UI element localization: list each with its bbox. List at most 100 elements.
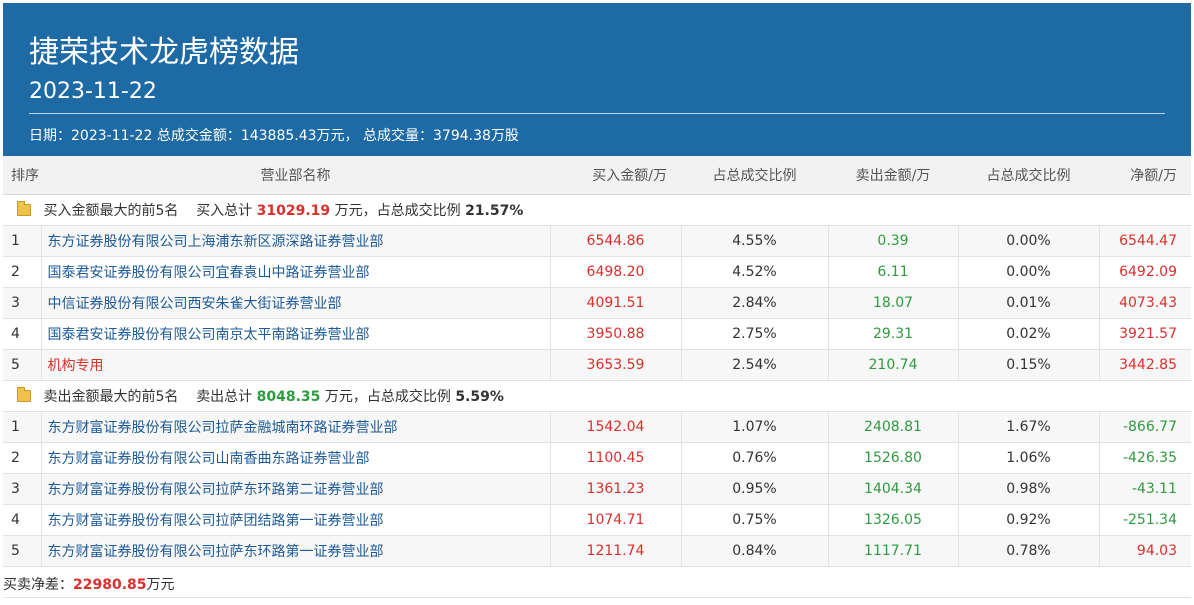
- table-row[interactable]: 5 机构专用 3653.59 2.54% 210.74 0.15% 3442.8…: [3, 349, 1191, 381]
- sell-amount: 29.31: [828, 318, 959, 350]
- buy-ratio: 2.84%: [681, 287, 829, 319]
- branch-link[interactable]: 东方财富证券股份有限公司山南香曲东路证券营业部: [41, 442, 551, 474]
- row-rank: 1: [3, 411, 42, 443]
- buy-amount: 1211.74: [550, 535, 682, 567]
- net-amount: 94.03: [1099, 535, 1191, 567]
- branch-link[interactable]: 国泰君安证券股份有限公司南京太平南路证券营业部: [41, 318, 551, 350]
- net-amount: -43.11: [1099, 473, 1191, 505]
- buy-amount: 1074.71: [550, 504, 682, 536]
- summary-volume: 3794.38万股: [433, 128, 519, 144]
- buy-total-value: 31029.19: [256, 203, 331, 219]
- row-rank: 5: [3, 535, 42, 567]
- col-branch-name[interactable]: 营业部名称: [41, 156, 550, 195]
- net-amount: 6544.47: [1099, 225, 1191, 257]
- net-amount: 3921.57: [1099, 318, 1191, 350]
- summary-amount-label: 总成交金额：: [156, 128, 241, 144]
- sell-amount: 0.39: [828, 225, 959, 257]
- table-row[interactable]: 2 国泰君安证券股份有限公司宜春袁山中路证券营业部 6498.20 4.52% …: [3, 256, 1191, 288]
- buy-amount: 1361.23: [550, 473, 682, 505]
- buy-ratio: 0.76%: [681, 442, 829, 474]
- buy-ratio: 0.95%: [681, 473, 829, 505]
- buy-amount: 4091.51: [550, 287, 682, 319]
- table-row[interactable]: 1 东方证券股份有限公司上海浦东新区源深路证券营业部 6544.86 4.55%…: [3, 225, 1191, 257]
- buy-ratio: 0.84%: [681, 535, 829, 567]
- row-rank: 1: [3, 225, 42, 257]
- header-divider: [29, 113, 1165, 114]
- net-amount: -866.77: [1099, 411, 1191, 443]
- buy-amount: 6498.20: [550, 256, 682, 288]
- dragon-tiger-table: 排序 营业部名称 买入金额/万 占总成交比例 卖出金额/万 占总成交比例 净额/…: [3, 156, 1191, 567]
- table-row[interactable]: 4 国泰君安证券股份有限公司南京太平南路证券营业部 3950.88 2.75% …: [3, 318, 1191, 350]
- buy-amount: 6544.86: [550, 225, 682, 257]
- sell-total-value: 8048.35: [256, 389, 321, 405]
- trade-summary: 日期：2023-11-22 总成交金额：143885.43万元， 总成交量：37…: [29, 125, 519, 147]
- sell-ratio: 0.00%: [958, 256, 1100, 288]
- col-buy-ratio[interactable]: 占总成交比例: [681, 156, 828, 195]
- table-row[interactable]: 5 东方财富证券股份有限公司拉萨东环路第一证券营业部 1211.74 0.84%…: [3, 535, 1191, 567]
- summary-amount: 143885.43万元，: [240, 128, 359, 144]
- col-sell-ratio[interactable]: 占总成交比例: [958, 156, 1099, 195]
- page-title: 捷荣技术龙虎榜数据: [29, 35, 299, 70]
- net-amount: -251.34: [1099, 504, 1191, 536]
- sell-ratio: 0.98%: [958, 473, 1100, 505]
- row-rank: 2: [3, 256, 42, 288]
- table-row[interactable]: 3 东方财富证券股份有限公司拉萨东环路第二证券营业部 1361.23 0.95%…: [3, 473, 1191, 505]
- branch-link[interactable]: 东方财富证券股份有限公司拉萨金融城南环路证券营业部: [41, 411, 551, 443]
- folder-icon: [17, 201, 31, 216]
- buy-ratio: 4.55%: [681, 225, 829, 257]
- buy-ratio: 0.75%: [681, 504, 829, 536]
- page-date: 2023-11-22: [29, 79, 157, 104]
- sell-group-label: 卖出金额最大的前5名: [43, 389, 179, 405]
- col-sell-amount[interactable]: 卖出金额/万: [828, 156, 958, 195]
- buy-unit-text: 万元，占总成交比例: [334, 203, 461, 219]
- branch-link[interactable]: 东方财富证券股份有限公司拉萨团结路第一证券营业部: [41, 504, 551, 536]
- sell-ratio: 0.15%: [958, 349, 1100, 381]
- sell-amount: 6.11: [828, 256, 959, 288]
- summary-volume-label: 总成交量：: [363, 128, 433, 144]
- sell-ratio-value: 5.59%: [455, 389, 504, 405]
- sell-group-header: 卖出金额最大的前5名 卖出总计 8048.35 万元，占总成交比例 5.59%: [3, 380, 1191, 412]
- col-rank[interactable]: 排序: [3, 156, 41, 195]
- net-difference-value: 22980.85: [73, 577, 147, 593]
- buy-amount: 3653.59: [550, 349, 682, 381]
- net-amount: 6492.09: [1099, 256, 1191, 288]
- branch-link[interactable]: 东方财富证券股份有限公司拉萨东环路第一证券营业部: [41, 535, 551, 567]
- row-rank: 3: [3, 473, 42, 505]
- folder-icon: [17, 387, 31, 402]
- table-row[interactable]: 1 东方财富证券股份有限公司拉萨金融城南环路证券营业部 1542.04 1.07…: [3, 411, 1191, 443]
- sell-amount: 1326.05: [828, 504, 959, 536]
- row-rank: 4: [3, 318, 42, 350]
- table-row[interactable]: 4 东方财富证券股份有限公司拉萨团结路第一证券营业部 1074.71 0.75%…: [3, 504, 1191, 536]
- branch-link[interactable]: 东方证券股份有限公司上海浦东新区源深路证券营业部: [41, 225, 551, 257]
- branch-link[interactable]: 东方财富证券股份有限公司拉萨东环路第二证券营业部: [41, 473, 551, 505]
- col-buy-amount[interactable]: 买入金额/万: [550, 156, 681, 195]
- table-row[interactable]: 3 中信证券股份有限公司西安朱雀大街证券营业部 4091.51 2.84% 18…: [3, 287, 1191, 319]
- net-difference-footer: 买卖净差：22980.85万元: [3, 573, 1191, 598]
- branch-link[interactable]: 国泰君安证券股份有限公司宜春袁山中路证券营业部: [41, 256, 551, 288]
- sell-amount: 1526.80: [828, 442, 959, 474]
- branch-link[interactable]: 中信证券股份有限公司西安朱雀大街证券营业部: [41, 287, 551, 319]
- row-rank: 2: [3, 442, 42, 474]
- net-amount: 4073.43: [1099, 287, 1191, 319]
- net-difference-label: 买卖净差：: [3, 577, 73, 593]
- buy-amount: 1542.04: [550, 411, 682, 443]
- col-net-amount[interactable]: 净额/万: [1099, 156, 1191, 195]
- row-rank: 3: [3, 287, 42, 319]
- sell-amount: 210.74: [828, 349, 959, 381]
- buy-ratio-value: 21.57%: [465, 203, 524, 219]
- buy-amount: 3950.88: [550, 318, 682, 350]
- sell-ratio: 0.78%: [958, 535, 1100, 567]
- sell-ratio: 0.02%: [958, 318, 1100, 350]
- sell-ratio: 1.06%: [958, 442, 1100, 474]
- buy-group-label: 买入金额最大的前5名: [43, 203, 179, 219]
- buy-ratio: 4.52%: [681, 256, 829, 288]
- net-difference-unit: 万元: [146, 577, 175, 593]
- sell-ratio: 0.01%: [958, 287, 1100, 319]
- net-amount: -426.35: [1099, 442, 1191, 474]
- table-row[interactable]: 2 东方财富证券股份有限公司山南香曲东路证券营业部 1100.45 0.76% …: [3, 442, 1191, 474]
- buy-group-header: 买入金额最大的前5名 买入总计 31029.19 万元，占总成交比例 21.57…: [3, 194, 1191, 226]
- buy-ratio: 2.75%: [681, 318, 829, 350]
- sell-amount: 2408.81: [828, 411, 959, 443]
- summary-date: 2023-11-22: [71, 128, 153, 144]
- branch-link[interactable]: 机构专用: [41, 349, 551, 381]
